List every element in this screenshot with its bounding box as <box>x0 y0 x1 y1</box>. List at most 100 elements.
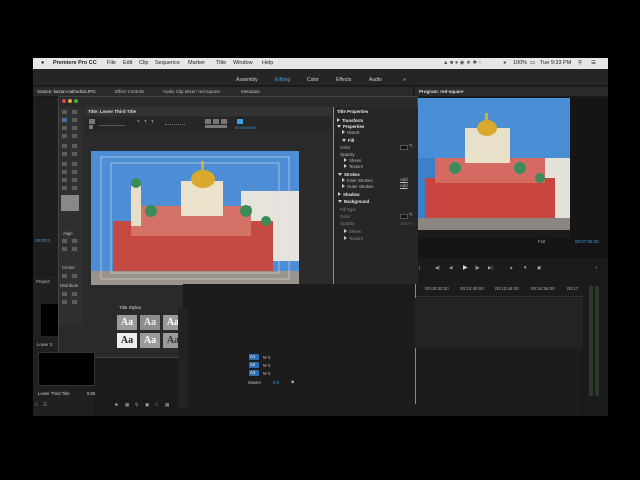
menu-marker[interactable]: Marker <box>188 60 205 66</box>
workspace-effects[interactable]: Effects <box>336 77 351 83</box>
menu-help[interactable]: Help <box>262 60 273 66</box>
program-title[interactable]: Program: red-square <box>419 89 464 94</box>
add-anchor-tool-icon[interactable] <box>61 151 68 157</box>
align-text-right-icon[interactable] <box>221 119 227 124</box>
bg-texture-row[interactable]: Texture <box>344 236 363 241</box>
center-vertical-icon[interactable] <box>71 273 78 279</box>
area-type-tool-icon[interactable] <box>61 125 68 131</box>
vertical-type-tool-icon[interactable] <box>71 117 78 123</box>
minimize-window-button[interactable] <box>68 99 72 103</box>
close-window-button[interactable] <box>62 99 66 103</box>
track-mute-solo[interactable]: M S <box>263 355 271 360</box>
icon-view-icon[interactable]: ■ <box>115 402 118 407</box>
eyedropper-icon[interactable]: ✎ <box>409 143 413 149</box>
frame-forward-icon[interactable]: |▶ <box>475 265 480 271</box>
add-inner-stroke-link[interactable]: Add <box>400 177 408 182</box>
distort-row[interactable]: Distort <box>342 130 359 135</box>
step-forward-icon[interactable]: ▶| <box>488 265 493 271</box>
app-menu[interactable]: Premiere Pro CC <box>53 60 97 66</box>
menu-edit[interactable]: Edit <box>123 60 132 66</box>
track-label-a3[interactable]: A3 <box>250 370 255 375</box>
texture-row[interactable]: Texture <box>344 164 363 169</box>
style-swatch[interactable]: Aa <box>117 333 137 348</box>
timeline-zoom-icon[interactable]: ◆ <box>291 379 294 385</box>
inner-strokes-row[interactable]: Inner Strokes <box>342 178 373 183</box>
project-header[interactable]: Project: <box>36 279 51 284</box>
track-label-a1[interactable]: A1 <box>250 354 255 359</box>
pen-tool-icon[interactable] <box>61 143 68 149</box>
track-mute-solo[interactable]: M S <box>263 371 271 376</box>
play-icon[interactable]: ▶ <box>463 264 468 271</box>
new-bin-icon[interactable]: ▣ <box>145 402 149 408</box>
frame-back-icon[interactable]: ◀ <box>449 265 452 271</box>
vertical-path-type-tool-icon[interactable] <box>71 133 78 139</box>
distribute-right-icon[interactable] <box>61 299 68 305</box>
master-value[interactable]: 0.0 <box>273 380 279 385</box>
automate-icon[interactable]: ▩ <box>125 402 129 408</box>
track-label-a2[interactable]: A2 <box>250 362 255 367</box>
video-track-area[interactable] <box>415 298 583 348</box>
center-horizontal-icon[interactable] <box>61 273 68 279</box>
ellipse-tool-icon[interactable] <box>61 185 68 191</box>
tab-metadata[interactable]: Metadata <box>241 89 260 94</box>
extract-icon[interactable]: ▼ <box>523 265 527 270</box>
add-button-icon[interactable]: + <box>595 265 598 270</box>
show-video-icon[interactable] <box>237 119 243 124</box>
clear-icon[interactable]: ▦ <box>165 402 169 408</box>
properties-section[interactable]: Properties <box>337 124 364 129</box>
distribute-left-icon[interactable] <box>61 291 68 297</box>
background-video-icon[interactable] <box>89 125 93 129</box>
bg-color-swatch[interactable] <box>400 214 408 219</box>
program-zoom[interactable]: Full <box>538 239 545 244</box>
track-mute-solo[interactable]: M S <box>263 363 271 368</box>
rectangle-tool-icon[interactable] <box>61 161 68 167</box>
bg-opacity-value[interactable]: 100 % <box>400 221 412 226</box>
tab-source[interactable]: Source: kazan-cathedral.JPG <box>37 89 96 94</box>
lift-icon[interactable]: ▲ <box>509 265 513 270</box>
align-top-icon[interactable] <box>61 246 68 252</box>
align-middle-icon[interactable] <box>71 246 78 252</box>
vertical-area-type-tool-icon[interactable] <box>71 125 78 131</box>
selection-tool-icon[interactable] <box>61 109 68 115</box>
battery-icon[interactable]: ▭ <box>530 60 535 66</box>
rotation-tool-icon[interactable] <box>71 109 78 115</box>
rounded-corner-tool-icon[interactable] <box>71 169 78 175</box>
transform-section[interactable]: Transform <box>337 118 363 123</box>
align-left-icon[interactable] <box>61 238 68 244</box>
new-item-icon[interactable]: □ <box>155 402 158 407</box>
tab-stops-icon[interactable] <box>205 125 227 128</box>
rounded-rect-tool-icon[interactable] <box>71 161 78 167</box>
add-outer-stroke-link[interactable]: Add <box>400 183 408 188</box>
apple-icon[interactable]: ● <box>41 60 44 66</box>
wedge-tool-icon[interactable] <box>61 177 68 183</box>
menu-sequence[interactable]: Sequence <box>155 60 180 66</box>
type-tool-icon[interactable] <box>61 117 68 123</box>
clipped-corner-tool-icon[interactable] <box>61 169 68 175</box>
background-section[interactable]: Background <box>338 199 369 204</box>
list-view-icon[interactable]: ☰ <box>43 402 47 408</box>
find-icon[interactable]: ⚲ <box>135 402 138 408</box>
line-tool-icon[interactable] <box>71 185 78 191</box>
font-family-select[interactable] <box>99 120 125 126</box>
distribute-top-icon[interactable] <box>71 299 78 305</box>
style-swatch[interactable]: Aa <box>117 315 137 330</box>
style-swatch[interactable]: Aa <box>140 315 160 330</box>
tab-effect-controls[interactable]: Effect Controls <box>115 89 144 94</box>
lock-icon[interactable]: □ <box>35 402 38 407</box>
step-back-icon[interactable]: ◀| <box>435 265 440 271</box>
menu-clip[interactable]: Clip <box>139 60 148 66</box>
wifi-icon[interactable]: ◕ <box>503 60 506 66</box>
export-frame-icon[interactable]: ▣ <box>537 265 541 271</box>
list-icon[interactable]: ☰ <box>591 60 596 66</box>
zoom-window-button[interactable] <box>74 99 78 103</box>
menu-window[interactable]: Window <box>233 60 253 66</box>
sheen-row[interactable]: Sheen <box>344 158 361 163</box>
timeline-ruler[interactable]: 00:00:32:00 00:10:40:00 00:12:48:00 00:3… <box>415 284 583 297</box>
mark-in-icon[interactable]: { <box>419 265 421 270</box>
project-thumb-small[interactable] <box>41 304 59 336</box>
more-workspaces-icon[interactable]: » <box>403 77 406 83</box>
fill-section[interactable]: Fill <box>342 138 354 143</box>
fill-color-swatch[interactable] <box>400 145 408 150</box>
search-icon[interactable]: ⚲ <box>578 60 582 66</box>
align-text-center-icon[interactable] <box>213 119 219 124</box>
